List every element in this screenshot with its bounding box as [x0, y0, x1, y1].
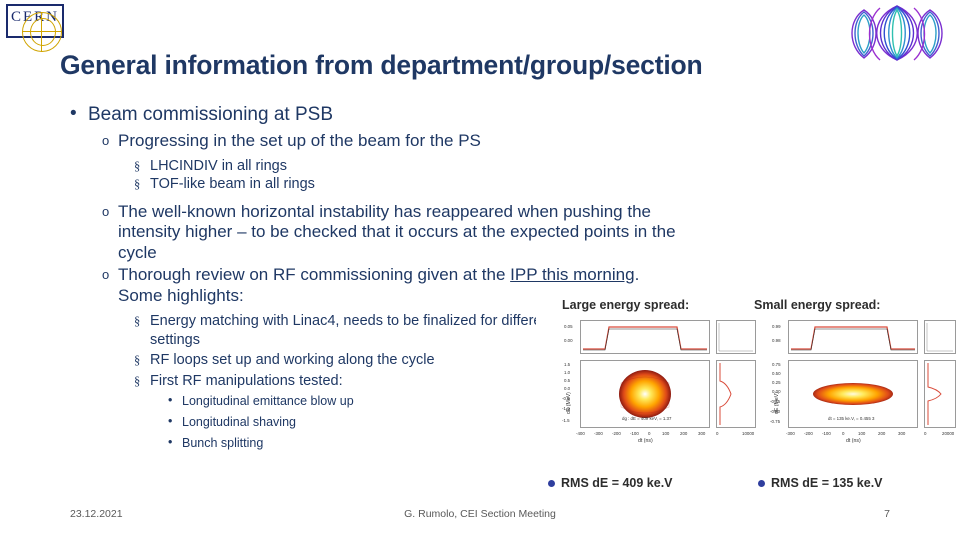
right-xtick-6: 200 — [878, 431, 886, 436]
left-side-distribution-panel — [716, 360, 756, 428]
right-ytick-6: -0.50 — [770, 409, 781, 414]
right-ytick-7: -0.75 — [770, 419, 781, 424]
rms-left-bullet-icon — [548, 480, 555, 488]
right-ytick-1: 0.75 — [772, 362, 781, 367]
left-top-side-panel — [716, 320, 756, 354]
right-xtick-4: 0 — [842, 431, 845, 436]
right-ytick-3: 0.25 — [772, 380, 781, 385]
right-top-ytick-2: 0.98 — [772, 338, 781, 343]
ipp-this-morning-link[interactable]: IPP this morning — [510, 265, 634, 284]
left-ytick-neg1.5: -1.5 — [562, 418, 570, 423]
page-title: General information from department/grou… — [60, 50, 703, 80]
cern-logo-tick — [41, 12, 43, 52]
right-top-side-panel — [924, 320, 956, 354]
left-ytick-neg0.5: -0.5 — [562, 396, 570, 401]
left-ytick-neg1.0: -1.0 — [562, 406, 570, 411]
left-xtick-8: 300 — [698, 431, 706, 436]
right-ytick-4: 0.00 — [772, 389, 781, 394]
right-ytick-5: -0.25 — [770, 399, 781, 404]
left-xtick-4: -100 — [630, 431, 639, 436]
left-xtick-1: -400 — [576, 431, 585, 436]
figure-heading-large: Large energy spread: — [562, 298, 690, 312]
left-ytick-1.5: 1.5 — [564, 362, 571, 367]
left-xtick-2: -300 — [594, 431, 603, 436]
right-top-ytick-1: 0.99 — [772, 324, 781, 329]
slide: CERN General information from department… — [0, 0, 960, 540]
rms-right-bullet-icon — [758, 480, 765, 488]
right-xtick-1: -300 — [786, 431, 795, 436]
right-ytick-2: 0.50 — [772, 371, 781, 376]
rms-left-row: RMS dE = 409 ke.V — [548, 476, 673, 490]
rms-right-label: RMS dE = 135 ke.V — [771, 476, 883, 490]
right-panel-annotation: dt = 135 ke.V, = 0.455 3 — [828, 416, 875, 421]
left-panel-xlabel: dt (ns) — [638, 438, 653, 444]
bullet-level3-lhcindiv: LHCINDIV in all rings — [60, 157, 680, 176]
right-xtick-5: 100 — [858, 431, 866, 436]
rf-review-text-pre: Thorough review on RF commissioning give… — [118, 265, 511, 284]
left-side-xtick-0: 0 — [716, 431, 719, 436]
left-side-xtick-max: 10000 — [742, 431, 755, 436]
right-top-profile-panel — [788, 320, 918, 354]
embedded-figure: Large energy spread: Small energy spread… — [536, 286, 956, 500]
right-side-xtick-0: 0 — [924, 431, 927, 436]
left-top-ytick-1: 0.05 — [564, 324, 573, 329]
left-top-ytick-2: 0.00 — [564, 338, 573, 343]
left-ytick-0.0: 0.0 — [564, 386, 571, 391]
bullet-level2-instability: The well-known horizontal instability ha… — [60, 202, 680, 264]
bullet-level2-progressing: Progressing in the set up of the beam fo… — [60, 131, 680, 152]
left-top-profile-panel — [580, 320, 710, 354]
footer-page-number: 7 — [884, 508, 890, 520]
right-xtick-2: -200 — [804, 431, 813, 436]
bullet-level3-tof: TOF-like beam in all rings — [60, 175, 680, 194]
left-xtick-7: 200 — [680, 431, 688, 436]
rms-left-label: RMS dE = 409 ke.V — [561, 476, 673, 490]
left-panel-annotation: dg : dE = 409 keV, = 1.37 — [622, 416, 672, 421]
footer-center-text: G. Rumolo, CEI Section Meeting — [404, 508, 556, 520]
right-panel-xlabel: dt (ns) — [846, 438, 861, 444]
left-ytick-1.0: 1.0 — [564, 370, 571, 375]
right-side-distribution-panel — [924, 360, 956, 428]
bullet-level1: Beam commissioning at PSB — [60, 102, 680, 127]
left-xtick-5: 0 — [648, 431, 651, 436]
left-xtick-3: -200 — [612, 431, 621, 436]
right-side-xtick-max: 20000 — [942, 431, 955, 436]
cern-logo: CERN — [6, 4, 72, 54]
left-xtick-6: 100 — [662, 431, 670, 436]
left-ytick-0.5: 0.5 — [564, 378, 571, 383]
right-xtick-3: -100 — [822, 431, 831, 436]
right-xtick-7: 300 — [898, 431, 906, 436]
figure-heading-small: Small energy spread: — [754, 298, 881, 312]
rms-right-row: RMS dE = 135 ke.V — [758, 476, 883, 490]
